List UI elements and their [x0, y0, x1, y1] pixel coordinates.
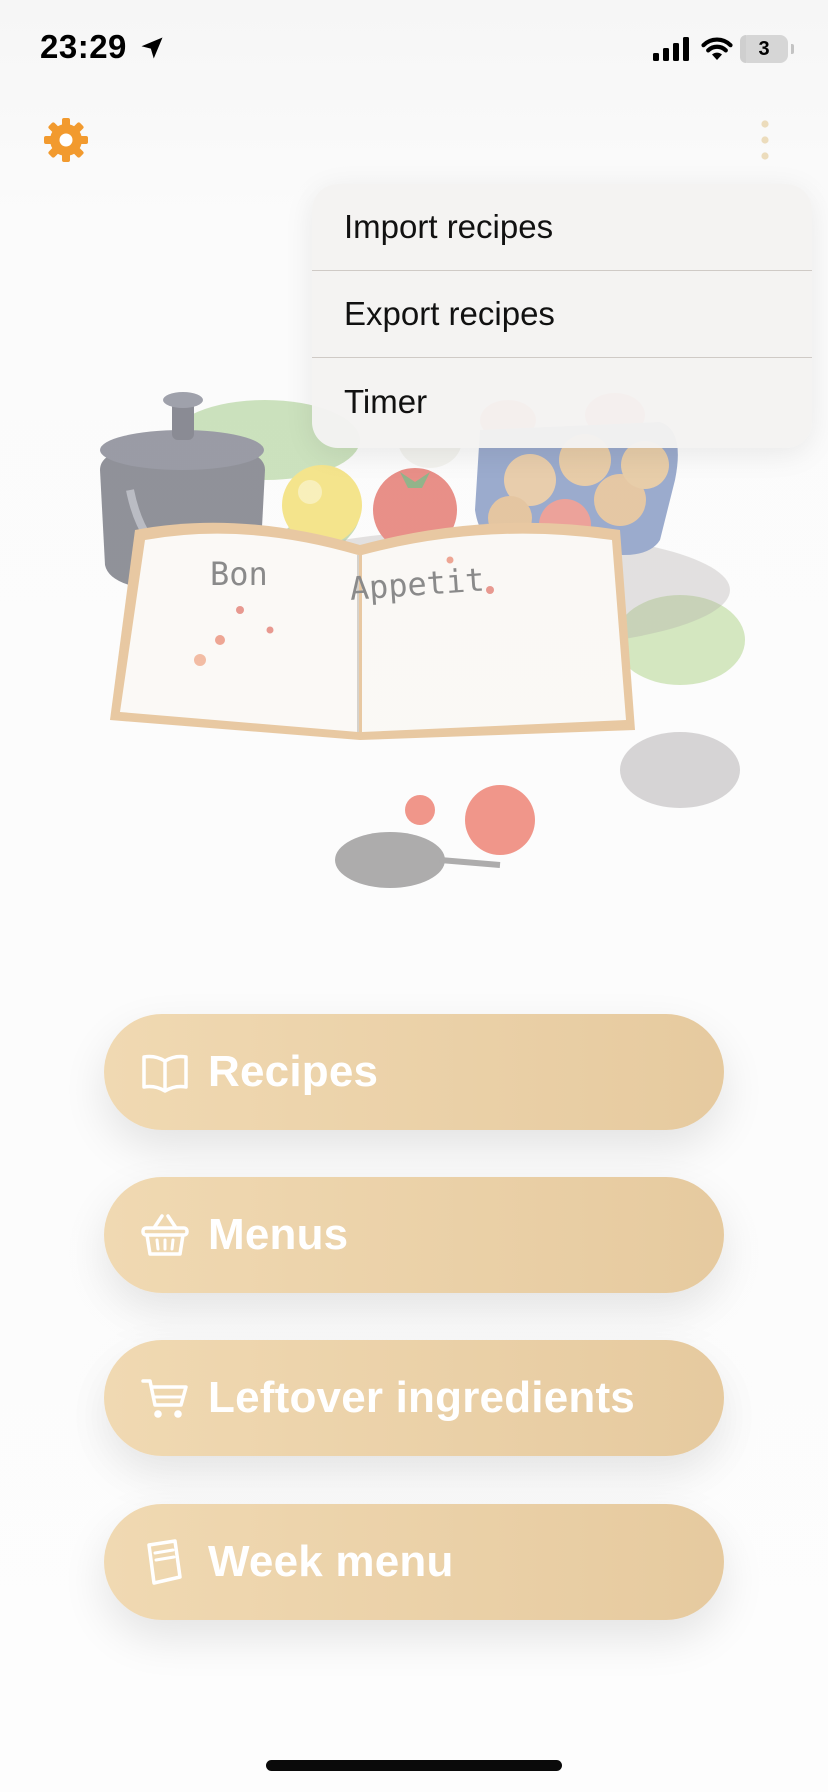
battery-fill	[740, 35, 746, 63]
menu-item-label: Export recipes	[344, 295, 555, 332]
battery-indicator: 3	[740, 35, 788, 63]
status-time: 23:29	[40, 28, 127, 65]
location-arrow-icon	[141, 37, 163, 59]
timer-menu-item[interactable]: Timer	[312, 358, 812, 445]
battery-cap	[791, 44, 794, 54]
screen: 23:29 3 Bon Appetit Import recipes Expor…	[0, 0, 828, 1792]
cellular-signal-icon	[653, 37, 689, 61]
menus-label: Menus	[208, 1210, 349, 1259]
menus-button[interactable]: Menus	[104, 1177, 724, 1293]
home-indicator[interactable]	[266, 1760, 562, 1771]
book-left-page-text: Bon	[210, 555, 268, 593]
book-illustration: Bon Appetit	[110, 522, 635, 740]
note-icon	[147, 1539, 182, 1585]
overflow-menu: Import recipes Export recipes Timer	[312, 184, 812, 448]
book-icon	[142, 1054, 188, 1093]
cart-icon	[141, 1379, 188, 1418]
ellipsis-vertical-icon[interactable]	[752, 118, 778, 162]
gear-icon[interactable]	[42, 116, 90, 164]
import-recipes-menu-item[interactable]: Import recipes	[312, 184, 812, 271]
week-menu-label: Week menu	[208, 1537, 454, 1586]
menu-item-label: Timer	[344, 382, 428, 420]
menu-item-label: Import recipes	[344, 208, 554, 245]
wifi-icon	[701, 37, 733, 60]
leftover-ingredients-button[interactable]: Leftover ingredients	[104, 1340, 724, 1456]
week-menu-button[interactable]: Week menu	[104, 1504, 724, 1620]
leftover-ingredients-label: Leftover ingredients	[208, 1373, 635, 1422]
recipes-button[interactable]: Recipes	[104, 1014, 724, 1130]
export-recipes-menu-item[interactable]: Export recipes	[312, 271, 812, 358]
recipes-label: Recipes	[208, 1047, 379, 1096]
basket-icon	[141, 1214, 189, 1256]
status-bar: 23:29 3	[0, 0, 828, 100]
battery-level: 3	[758, 38, 770, 60]
